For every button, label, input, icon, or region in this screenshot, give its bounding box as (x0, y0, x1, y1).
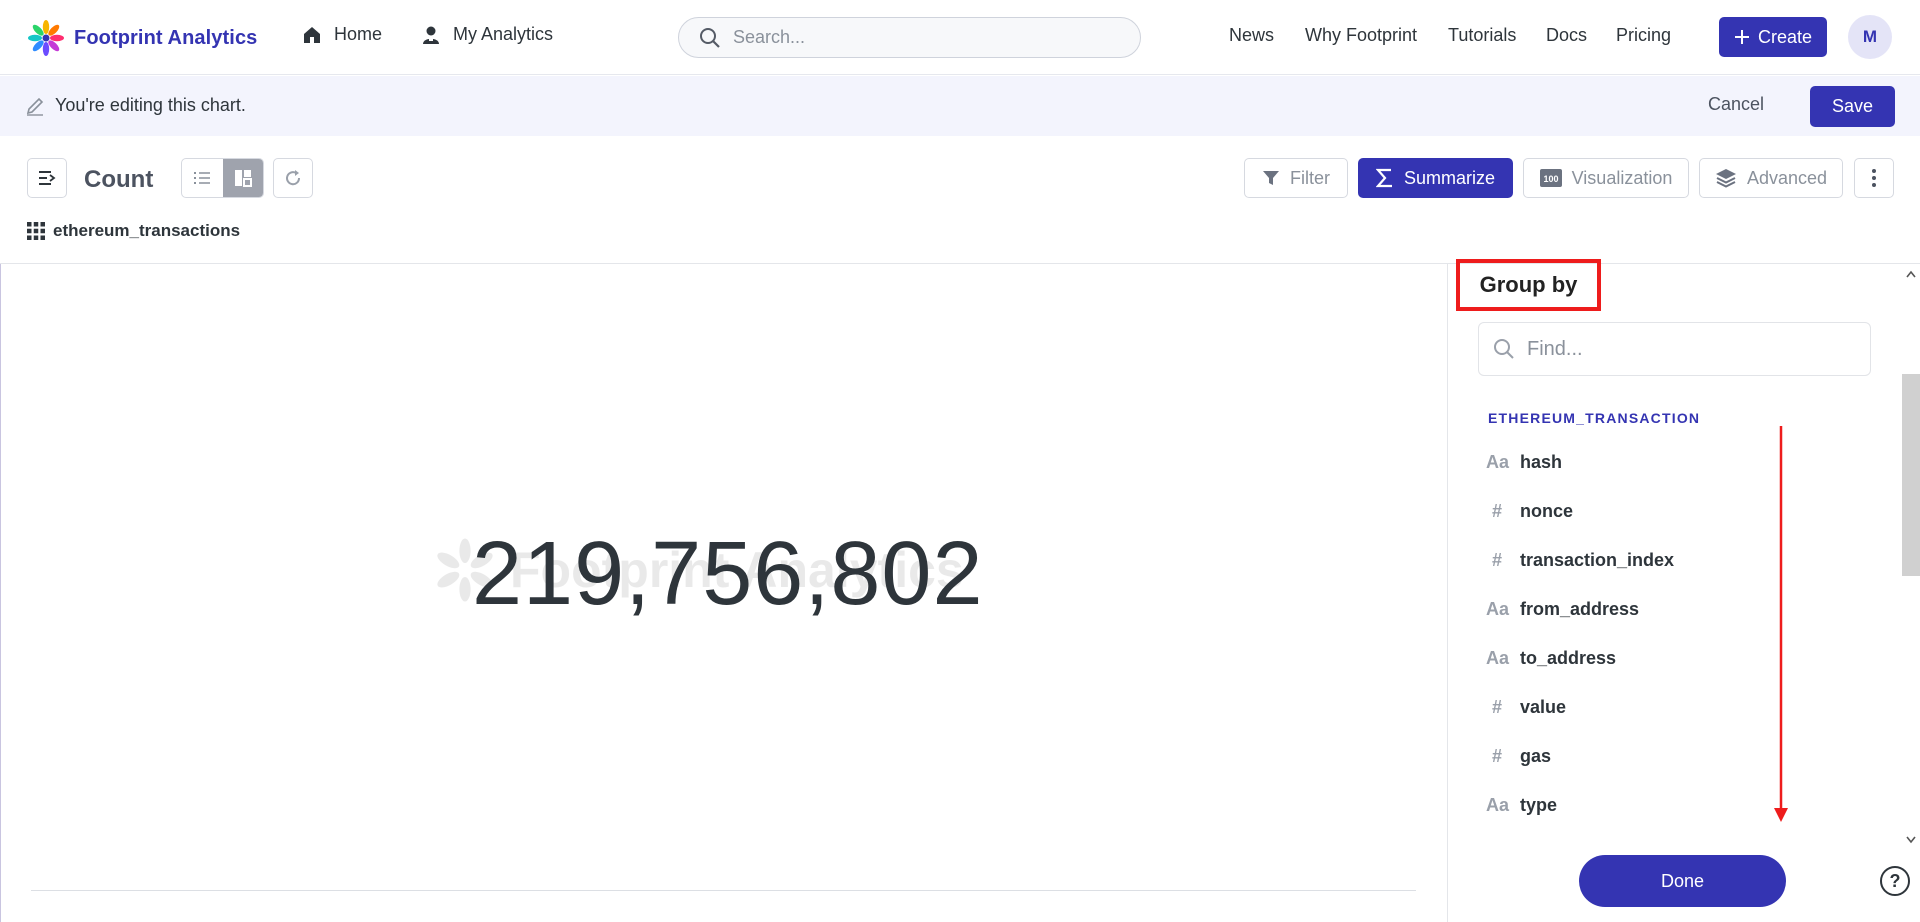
table-section-header: ETHEREUM_TRANSACTION (1488, 410, 1701, 426)
create-button[interactable]: Create (1719, 17, 1827, 57)
svg-text:100: 100 (1543, 174, 1558, 184)
brand-name: Footprint Analytics (74, 26, 258, 49)
filter-icon (1263, 171, 1279, 185)
field-item-to-address[interactable]: Aa to_address (1486, 648, 1616, 669)
visual-view-button[interactable] (222, 159, 263, 197)
field-type-icon: Aa (1486, 599, 1510, 619)
advanced-button[interactable]: Advanced (1699, 158, 1843, 198)
search-placeholder: Search... (733, 27, 806, 47)
scroll-down-arrow-annotation (1774, 426, 1788, 822)
visualization-button[interactable]: 100 Visualization (1523, 158, 1689, 198)
field-name: nonce (1520, 501, 1574, 521)
help-icon[interactable]: ? (1880, 866, 1910, 896)
view-mode-toggle (181, 158, 264, 198)
table-grid-icon (27, 222, 45, 240)
sidebar-scroll-thumb[interactable] (1902, 374, 1920, 576)
summarize-button[interactable]: Summarize (1358, 158, 1513, 198)
refresh-icon (286, 170, 301, 186)
edit-mode-bar: You're editing this chart. (0, 76, 1920, 136)
field-type-icon: Aa (1486, 648, 1510, 668)
group-by-heading: Group by (1456, 259, 1601, 311)
home-icon (304, 26, 320, 43)
plus-icon (1734, 30, 1749, 44)
query-header (0, 136, 1920, 264)
field-type-icon: Aa (1486, 795, 1510, 815)
nav-docs[interactable]: Docs (1546, 25, 1587, 46)
field-item-from-address[interactable]: Aa from_address (1486, 599, 1639, 620)
visualization-button-label: Visualization (1571, 167, 1673, 188)
data-source[interactable]: ethereum_transactions (27, 221, 240, 241)
search-icon (1494, 339, 1514, 359)
field-name: transaction_index (1520, 550, 1675, 570)
field-type-icon: Aa (1486, 452, 1510, 472)
field-item-transaction-index[interactable]: # transaction_index (1486, 550, 1674, 571)
field-type-icon: # (1492, 501, 1503, 521)
nav-news[interactable]: News (1229, 25, 1274, 46)
field-type-icon: # (1492, 550, 1503, 570)
top-navbar: Footprint Analytics Home My Analytics Se… (0, 0, 1920, 75)
footprint-logo-icon (28, 20, 64, 56)
scroll-up-icon (1906, 270, 1916, 278)
toggle-sidebar-button[interactable] (27, 158, 67, 198)
cancel-button[interactable]: Cancel (1708, 94, 1764, 115)
sigma-icon (1375, 168, 1392, 188)
field-name: type (1520, 795, 1558, 815)
brand-logo[interactable]: Footprint Analytics (26, 18, 257, 58)
nav-home[interactable]: Home (302, 24, 382, 45)
field-type-icon: # (1492, 697, 1503, 717)
user-avatar[interactable]: M (1848, 15, 1892, 59)
edit-message: You're editing this chart. (25, 95, 246, 116)
advanced-button-label: Advanced (1746, 167, 1828, 188)
pencil-icon (26, 97, 44, 116)
notebook-view-button[interactable] (182, 159, 223, 197)
field-name: gas (1520, 746, 1552, 766)
nav-pricing[interactable]: Pricing (1616, 25, 1671, 46)
save-button[interactable]: Save (1810, 86, 1895, 127)
summarize-button-label: Summarize (1403, 167, 1496, 188)
edit-message-text: You're editing this chart. (55, 95, 246, 115)
field-item-nonce[interactable]: # nonce (1486, 501, 1573, 522)
layout-icon (234, 170, 252, 187)
user-icon (423, 26, 439, 44)
chart-title[interactable]: Count (84, 166, 153, 194)
nav-my-analytics-label: My Analytics (453, 24, 554, 44)
field-name: hash (1520, 452, 1563, 472)
field-name: to_address (1520, 648, 1617, 668)
scalar-value: 219,756,802 (472, 524, 984, 624)
number-viz-icon: 100 (1539, 169, 1562, 187)
filter-button-label: Filter (1290, 167, 1330, 188)
viz-footer-divider (31, 890, 1416, 891)
field-item-hash[interactable]: Aa hash (1486, 452, 1562, 473)
create-button-label: Create (1757, 26, 1813, 47)
kebab-menu-icon (1872, 169, 1876, 187)
find-placeholder: Find... (1527, 337, 1583, 360)
done-button[interactable]: Done (1579, 855, 1786, 907)
scroll-down-icon (1906, 836, 1916, 844)
nav-why-footprint[interactable]: Why Footprint (1305, 25, 1417, 46)
field-name: from_address (1520, 599, 1640, 619)
source-table-name: ethereum_transactions (53, 221, 241, 240)
field-type-icon: # (1492, 746, 1503, 766)
field-name: value (1520, 697, 1567, 717)
global-search-input[interactable]: Search... (678, 17, 1141, 58)
filter-button[interactable]: Filter (1244, 158, 1348, 198)
nav-my-analytics[interactable]: My Analytics (421, 24, 553, 45)
find-field-input[interactable]: Find... (1478, 322, 1871, 376)
collapse-menu-icon (39, 171, 56, 185)
field-item-type[interactable]: Aa type (1486, 795, 1557, 816)
nav-home-label: Home (334, 24, 383, 44)
nav-tutorials[interactable]: Tutorials (1448, 25, 1516, 46)
refresh-button[interactable] (273, 158, 313, 198)
search-icon (700, 27, 720, 48)
layers-icon (1715, 169, 1736, 188)
list-icon (194, 172, 211, 184)
field-item-gas[interactable]: # gas (1486, 746, 1551, 767)
more-options-button[interactable] (1854, 158, 1894, 198)
field-item-value[interactable]: # value (1486, 697, 1566, 718)
